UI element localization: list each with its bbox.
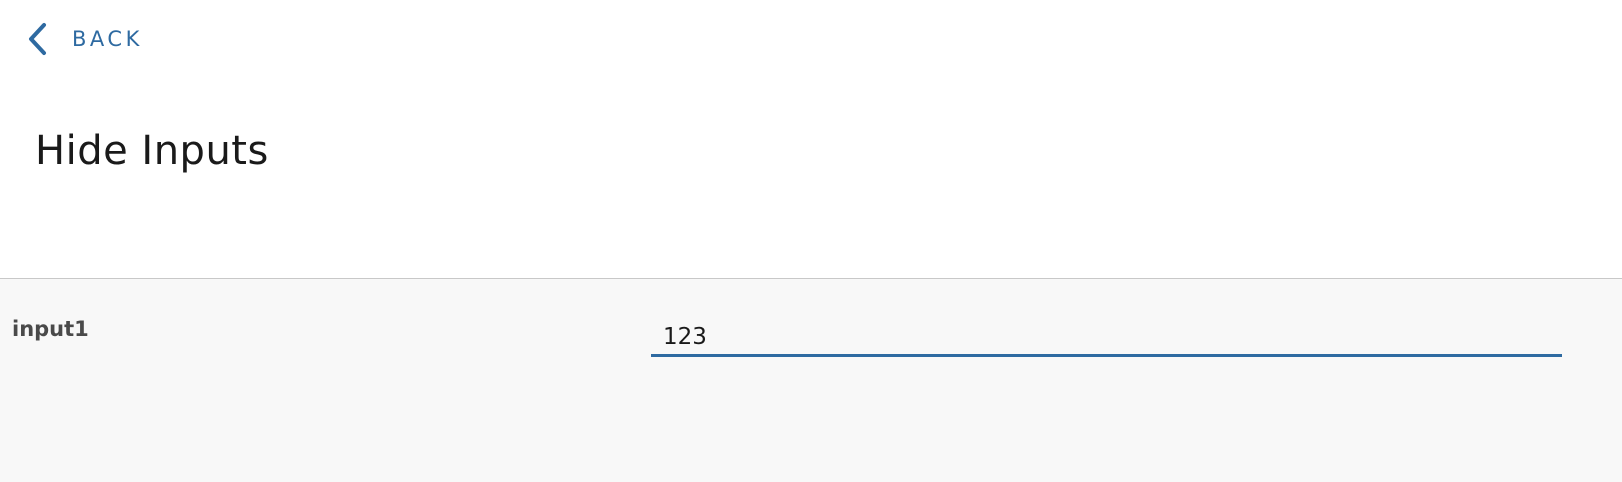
input1-label: input1 [12, 317, 89, 341]
page-title: Hide Inputs [35, 128, 269, 174]
page-header: BACK Hide Inputs [0, 0, 1622, 279]
back-label: BACK [72, 27, 143, 51]
input1-field[interactable] [651, 319, 1562, 357]
back-button[interactable]: BACK [24, 22, 143, 56]
chevron-left-icon [24, 22, 52, 56]
form-section: input1 [0, 279, 1622, 482]
